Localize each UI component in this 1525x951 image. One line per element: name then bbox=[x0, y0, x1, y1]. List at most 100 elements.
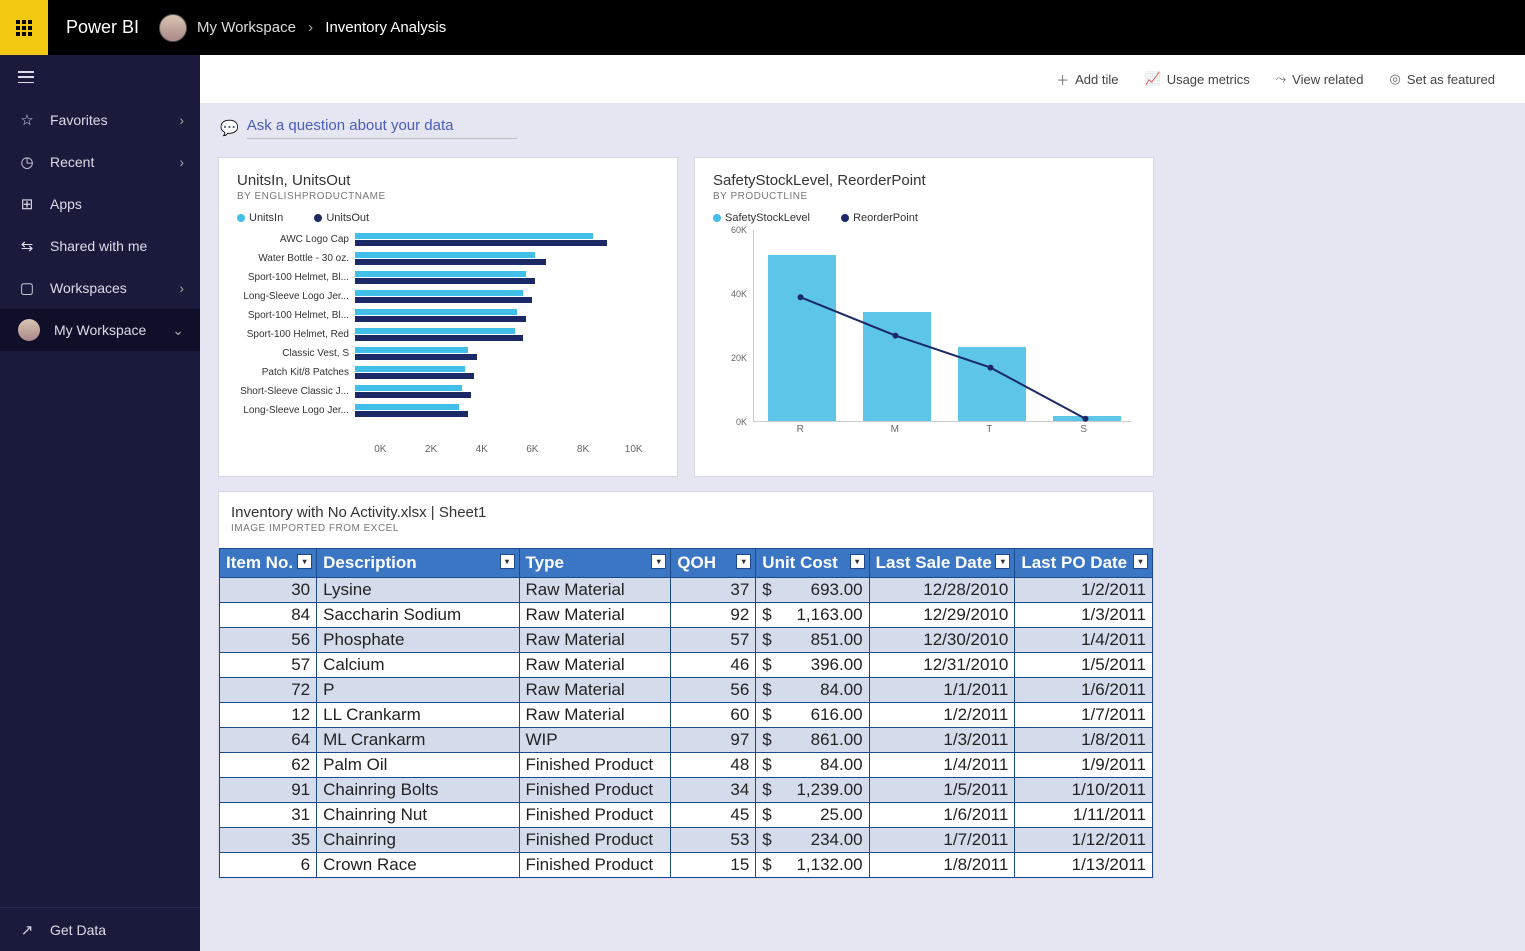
column-header[interactable]: Type▾ bbox=[519, 549, 671, 578]
set-featured-button[interactable]: ◎Set as featured bbox=[1389, 71, 1495, 87]
tile-safetystock[interactable]: SafetyStockLevel, ReorderPoint By Produc… bbox=[694, 157, 1154, 477]
nav-favorites[interactable]: ☆ Favorites › bbox=[0, 99, 200, 141]
app-launcher-icon[interactable] bbox=[0, 0, 48, 55]
tile-title: Inventory with No Activity.xlsx | Sheet1 bbox=[219, 504, 1153, 521]
breadcrumb-workspace[interactable]: My Workspace bbox=[197, 19, 296, 36]
column-header[interactable]: Last Sale Date▾ bbox=[869, 549, 1015, 578]
nav-apps[interactable]: ⊞ Apps bbox=[0, 183, 200, 225]
table-cell: Raw Material bbox=[519, 603, 671, 628]
user-avatar-icon[interactable] bbox=[159, 14, 187, 42]
filter-icon[interactable]: ▾ bbox=[297, 554, 312, 569]
view-related-button[interactable]: ⤳View related bbox=[1276, 71, 1364, 87]
table-cell: 1/10/2011 bbox=[1015, 778, 1153, 803]
hbar-row: Sport-100 Helmet, Red bbox=[237, 325, 659, 344]
column-header[interactable]: Unit Cost▾ bbox=[756, 549, 869, 578]
table-cell: Raw Material bbox=[519, 653, 671, 678]
add-tile-button[interactable]: ＋Add tile bbox=[1056, 70, 1118, 89]
nav-workspaces[interactable]: ▢ Workspaces › bbox=[0, 267, 200, 309]
share-icon: ⇆ bbox=[18, 237, 36, 255]
table-row: 31Chainring NutFinished Product45$25.001… bbox=[220, 803, 1153, 828]
filter-icon[interactable]: ▾ bbox=[736, 554, 751, 569]
bar-unitsin bbox=[355, 404, 459, 410]
tile-excel-inventory[interactable]: Inventory with No Activity.xlsx | Sheet1… bbox=[218, 491, 1154, 879]
bar-unitsin bbox=[355, 252, 535, 258]
chart-icon: 📈 bbox=[1145, 71, 1161, 87]
table-cell: 12/31/2010 bbox=[869, 653, 1015, 678]
table-cell: Palm Oil bbox=[317, 753, 519, 778]
bar-unitsin bbox=[355, 233, 593, 239]
table-cell: 1/9/2011 bbox=[1015, 753, 1153, 778]
table-row: 30LysineRaw Material37$693.0012/28/20101… bbox=[220, 578, 1153, 603]
filter-icon[interactable]: ▾ bbox=[651, 554, 666, 569]
table-cell: $616.00 bbox=[756, 703, 869, 728]
category-label: Short-Sleeve Classic J... bbox=[237, 386, 355, 397]
nav-label: Apps bbox=[50, 196, 82, 212]
axis-tick: 8K bbox=[558, 444, 609, 455]
bar-unitsin bbox=[355, 309, 517, 315]
nav-get-data[interactable]: ↗ Get Data bbox=[0, 907, 200, 951]
chevron-right-icon: › bbox=[179, 154, 184, 170]
table-cell: 1/11/2011 bbox=[1015, 803, 1153, 828]
filter-icon[interactable]: ▾ bbox=[995, 554, 1010, 569]
chat-icon: 💬 bbox=[220, 119, 239, 137]
usage-metrics-button[interactable]: 📈Usage metrics bbox=[1145, 71, 1250, 87]
column-header[interactable]: Item No.▾ bbox=[220, 549, 317, 578]
table-row: 62Palm OilFinished Product48$84.001/4/20… bbox=[220, 753, 1153, 778]
nav-label: Get Data bbox=[50, 922, 106, 938]
column-header[interactable]: QOH▾ bbox=[671, 549, 756, 578]
legend-dot-icon bbox=[314, 214, 322, 222]
table-cell: 1/8/2011 bbox=[1015, 728, 1153, 753]
filter-icon[interactable]: ▾ bbox=[850, 554, 865, 569]
table-cell: 12/28/2010 bbox=[869, 578, 1015, 603]
filter-icon[interactable]: ▾ bbox=[1133, 554, 1148, 569]
table-cell: $1,239.00 bbox=[756, 778, 869, 803]
column-header[interactable]: Last PO Date▾ bbox=[1015, 549, 1153, 578]
qna-input[interactable]: 💬 Ask a question about your data bbox=[220, 117, 1507, 139]
table-row: 91Chainring BoltsFinished Product34$1,23… bbox=[220, 778, 1153, 803]
nav-label: Recent bbox=[50, 154, 94, 170]
bar-safetystock bbox=[768, 255, 836, 421]
table-cell: 1/5/2011 bbox=[1015, 653, 1153, 678]
tile-unitsin-unitsout[interactable]: UnitsIn, UnitsOut By EnglishProductName … bbox=[218, 157, 678, 477]
nav-label: My Workspace bbox=[54, 322, 146, 338]
table-cell: Saccharin Sodium bbox=[317, 603, 519, 628]
column-header[interactable]: Description▾ bbox=[317, 549, 519, 578]
bar-unitsout bbox=[355, 373, 474, 379]
category-label: Sport-100 Helmet, Bl... bbox=[237, 310, 355, 321]
axis-tick: R bbox=[753, 424, 848, 440]
table-cell: 84 bbox=[220, 603, 317, 628]
tile-subtitle: By EnglishProductName bbox=[237, 191, 659, 202]
table-cell: 48 bbox=[671, 753, 756, 778]
filter-icon[interactable]: ▾ bbox=[500, 554, 515, 569]
table-cell: 57 bbox=[220, 653, 317, 678]
tile-subtitle: Image imported from Excel bbox=[219, 523, 1153, 534]
legend-dot-icon bbox=[713, 214, 721, 222]
axis-tick: 40K bbox=[731, 289, 747, 299]
nav-toggle[interactable] bbox=[0, 55, 200, 99]
table-cell: 34 bbox=[671, 778, 756, 803]
axis-tick: 0K bbox=[736, 417, 747, 427]
bar-unitsin bbox=[355, 328, 515, 334]
table-cell: 97 bbox=[671, 728, 756, 753]
nav-label: Workspaces bbox=[50, 280, 127, 296]
nav-label: Shared with me bbox=[50, 238, 147, 254]
hbar-row: Short-Sleeve Classic J... bbox=[237, 382, 659, 401]
table-cell: 31 bbox=[220, 803, 317, 828]
table-cell: Raw Material bbox=[519, 578, 671, 603]
breadcrumb-report[interactable]: Inventory Analysis bbox=[325, 19, 446, 36]
table-cell: 56 bbox=[671, 678, 756, 703]
nav-recent[interactable]: ◷ Recent › bbox=[0, 141, 200, 183]
nav-my-workspace[interactable]: My Workspace ⌄ bbox=[0, 309, 200, 351]
table-row: 35ChainringFinished Product53$234.001/7/… bbox=[220, 828, 1153, 853]
table-cell: 12 bbox=[220, 703, 317, 728]
tile-title: UnitsIn, UnitsOut bbox=[237, 172, 659, 189]
hamburger-icon bbox=[18, 71, 34, 83]
axis-tick: 60K bbox=[731, 225, 747, 235]
category-label: Water Bottle - 30 oz. bbox=[237, 253, 355, 264]
table-cell: 37 bbox=[671, 578, 756, 603]
table-cell: 92 bbox=[671, 603, 756, 628]
table-cell: 1/2/2011 bbox=[1015, 578, 1153, 603]
nav-shared[interactable]: ⇆ Shared with me bbox=[0, 225, 200, 267]
chevron-right-icon: › bbox=[179, 112, 184, 128]
star-icon: ☆ bbox=[18, 111, 36, 129]
